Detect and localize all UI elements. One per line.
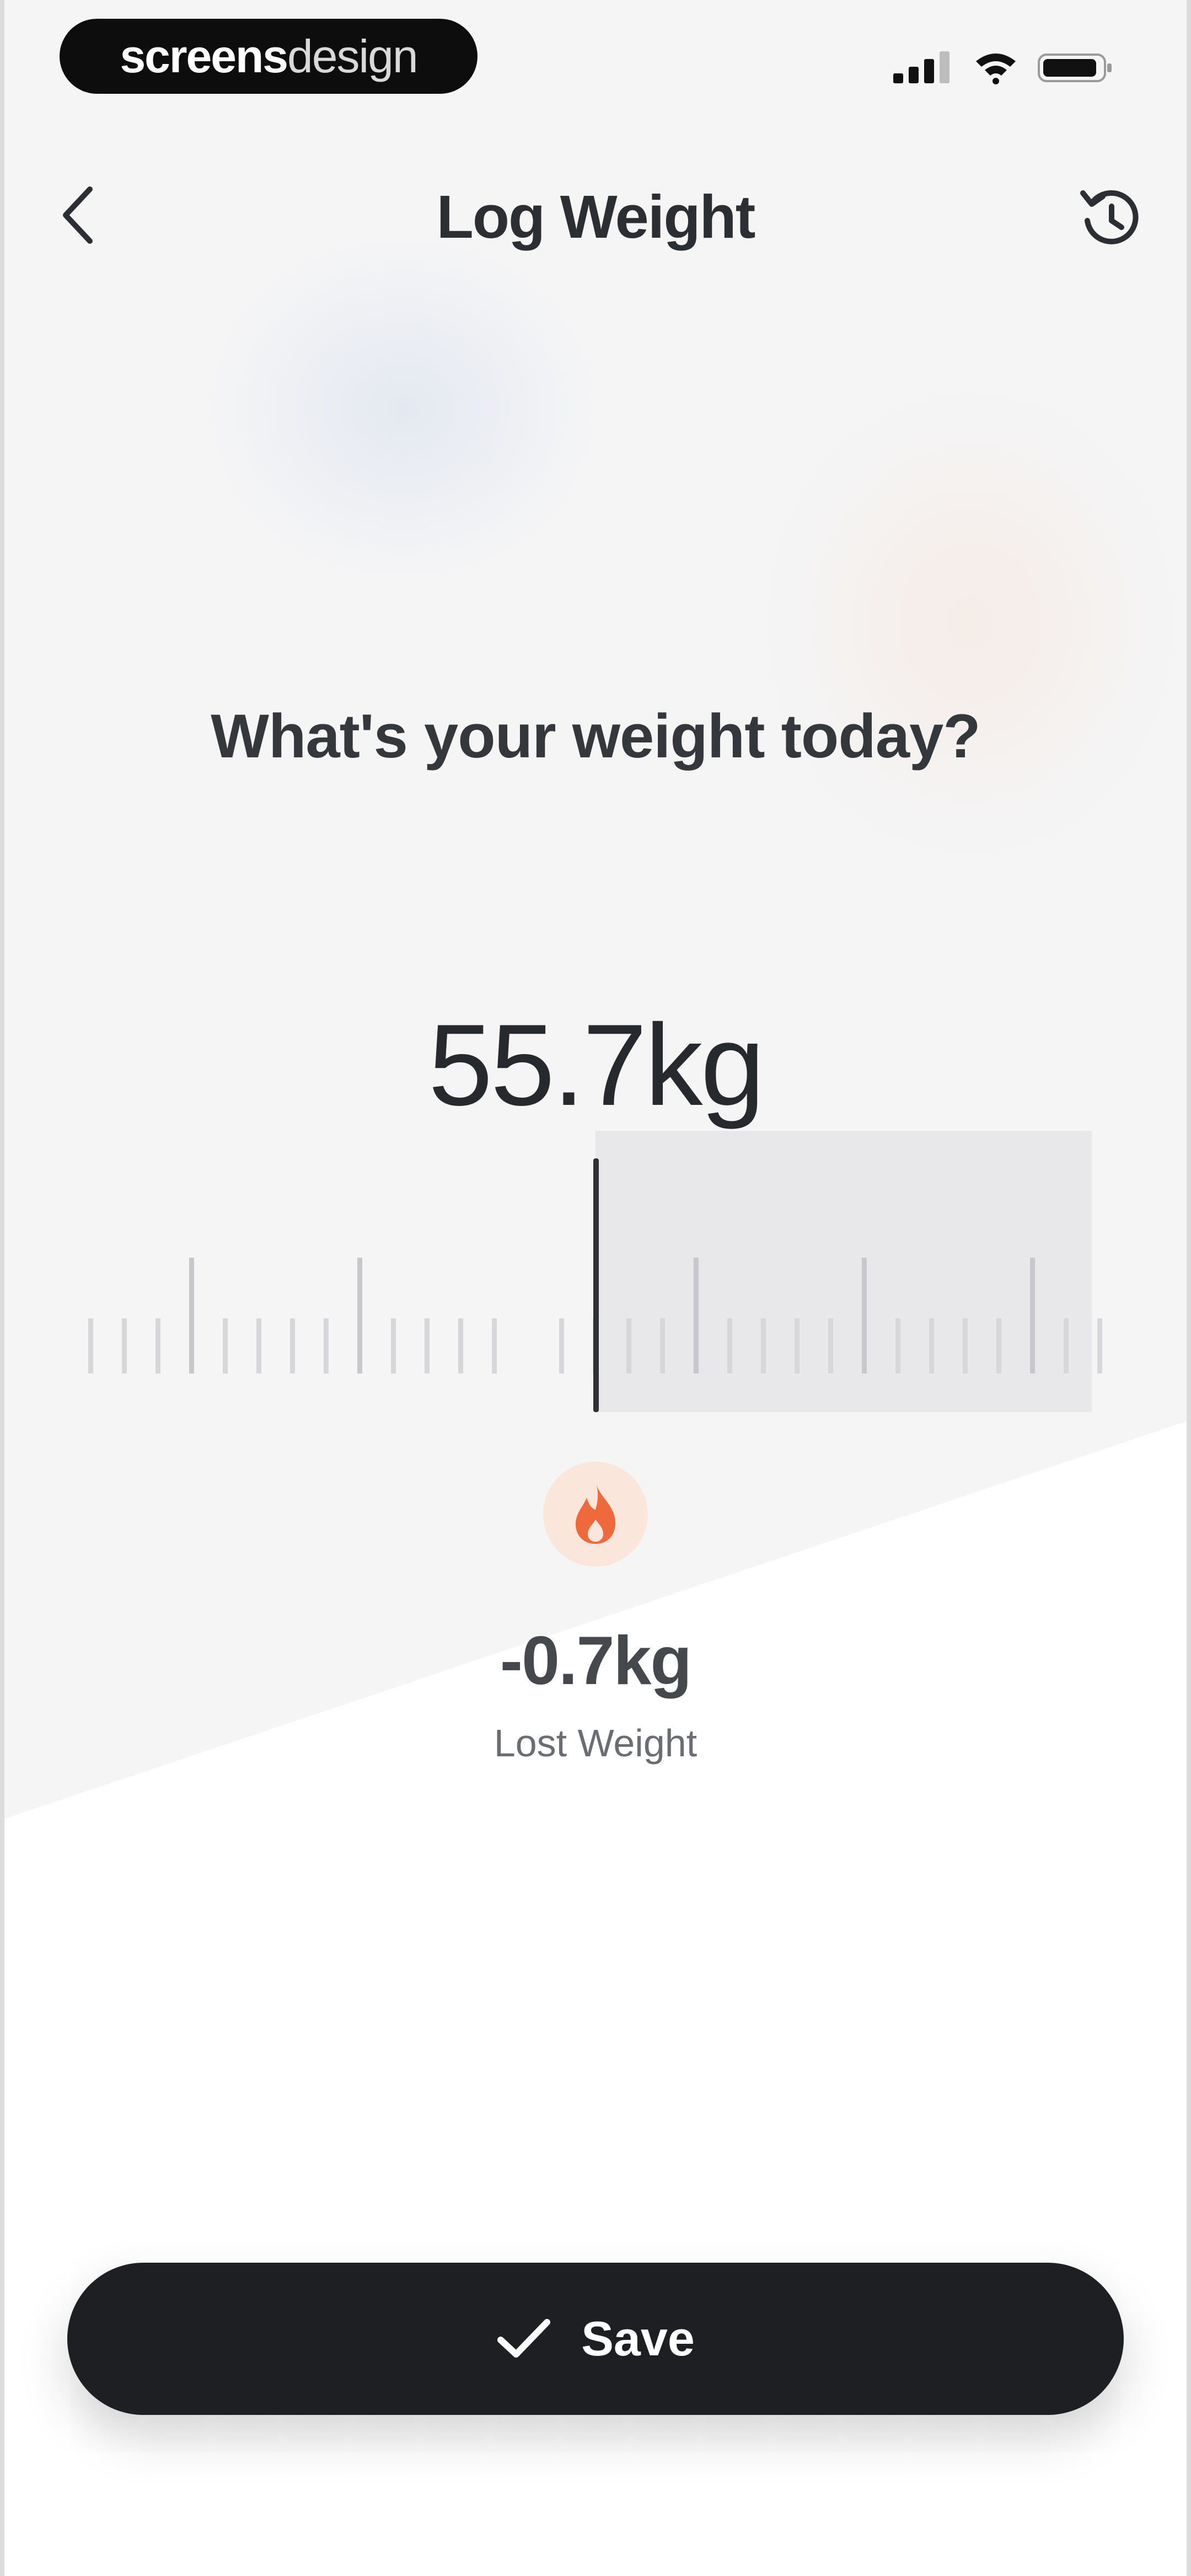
ruler-tick: [425, 1318, 430, 1373]
ruler-tick-major: [189, 1258, 194, 1373]
ruler-tick: [88, 1318, 93, 1373]
ruler-tick: [492, 1318, 497, 1373]
ruler-tick: [996, 1318, 1001, 1373]
brand-badge: screens design: [60, 19, 478, 94]
ruler-tick: [155, 1318, 160, 1373]
weight-value: 55.7kg: [428, 1000, 765, 1130]
history-button[interactable]: [1070, 177, 1152, 259]
ruler-tick: [963, 1318, 968, 1373]
ruler-tick: [324, 1318, 329, 1373]
weight-change-badge: [543, 1462, 648, 1567]
brand-name-bold: screens: [120, 30, 288, 82]
flame-icon: [576, 1484, 615, 1544]
ruler-tick: [290, 1318, 295, 1373]
brand-name-light: design: [287, 30, 419, 82]
frame-edge-left: [0, 0, 4, 2576]
ruler-tick: [458, 1318, 463, 1373]
ruler-tick-major: [862, 1258, 867, 1373]
ruler-tick: [727, 1318, 732, 1373]
ruler-tick: [626, 1318, 631, 1373]
ruler-tick: [929, 1318, 934, 1373]
ruler-tick: [828, 1318, 833, 1373]
ruler-tick: [391, 1318, 396, 1373]
ruler-highlight: [596, 1131, 1092, 1412]
save-button[interactable]: Save: [67, 2263, 1124, 2415]
ruler-tick-major: [357, 1258, 362, 1373]
ruler-tick: [660, 1318, 665, 1373]
ruler-tick: [223, 1318, 228, 1373]
status-icons: [893, 49, 1115, 87]
weight-change-caption: Lost Weight: [493, 1722, 698, 1765]
ruler-indicator[interactable]: [593, 1158, 599, 1412]
ruler-tick: [1097, 1318, 1102, 1373]
ruler-tick-major: [694, 1258, 699, 1373]
weight-ruler-slider[interactable]: [77, 1131, 1125, 1418]
history-icon: [1080, 190, 1139, 244]
ruler-tick-major: [1030, 1258, 1035, 1373]
background-glow-blue: [210, 237, 596, 579]
ruler-tick: [761, 1318, 766, 1373]
save-button-label: Save: [581, 2311, 695, 2366]
ruler-tick: [895, 1318, 900, 1373]
signal-icon: [893, 51, 949, 83]
background-glow-peach: [761, 386, 1180, 861]
wifi-icon: [976, 54, 1016, 84]
page-title: Log Weight: [436, 183, 756, 251]
weight-change-value: -0.7kg: [500, 1623, 692, 1699]
ruler-tick: [1064, 1318, 1069, 1373]
checkmark-icon: [497, 2319, 551, 2358]
ruler-tick: [795, 1318, 800, 1373]
frame-edge-right: [1187, 0, 1191, 2576]
weight-question: What's your weight today?: [211, 702, 980, 771]
ruler-tick: [256, 1318, 261, 1373]
battery-icon: [1038, 54, 1112, 82]
ruler-tick: [559, 1318, 564, 1373]
ruler-tick: [122, 1318, 127, 1373]
